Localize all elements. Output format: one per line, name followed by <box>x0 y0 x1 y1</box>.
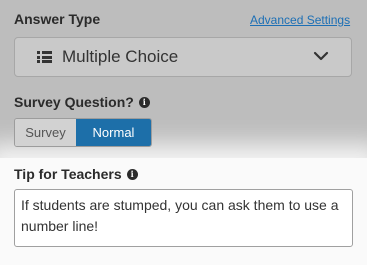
answer-type-label: Answer Type <box>14 11 100 27</box>
tip-textarea[interactable]: If students are stumped, you can ask the… <box>14 189 353 247</box>
answer-type-value: Multiple Choice <box>62 47 179 66</box>
info-icon[interactable]: i <box>138 96 150 108</box>
answer-type-label-text: Answer Type <box>14 11 101 27</box>
survey-toggle: Survey Normal <box>14 118 152 147</box>
tip-label-text: Tip for Teachers <box>14 166 122 182</box>
advanced-settings-link[interactable]: Advanced Settings <box>250 13 350 27</box>
tip-for-teachers-label: Tip for Teachers i <box>14 166 138 182</box>
info-icon[interactable]: i <box>126 168 138 180</box>
survey-question-label-text: Survey Question? <box>14 94 134 110</box>
chevron-down-icon <box>313 48 329 66</box>
survey-option-button[interactable]: Survey <box>15 119 76 146</box>
list-icon <box>37 51 52 63</box>
answer-type-select[interactable]: Multiple Choice <box>14 37 352 77</box>
normal-option-button[interactable]: Normal <box>76 119 151 146</box>
survey-question-label: Survey Question? i <box>14 94 150 110</box>
